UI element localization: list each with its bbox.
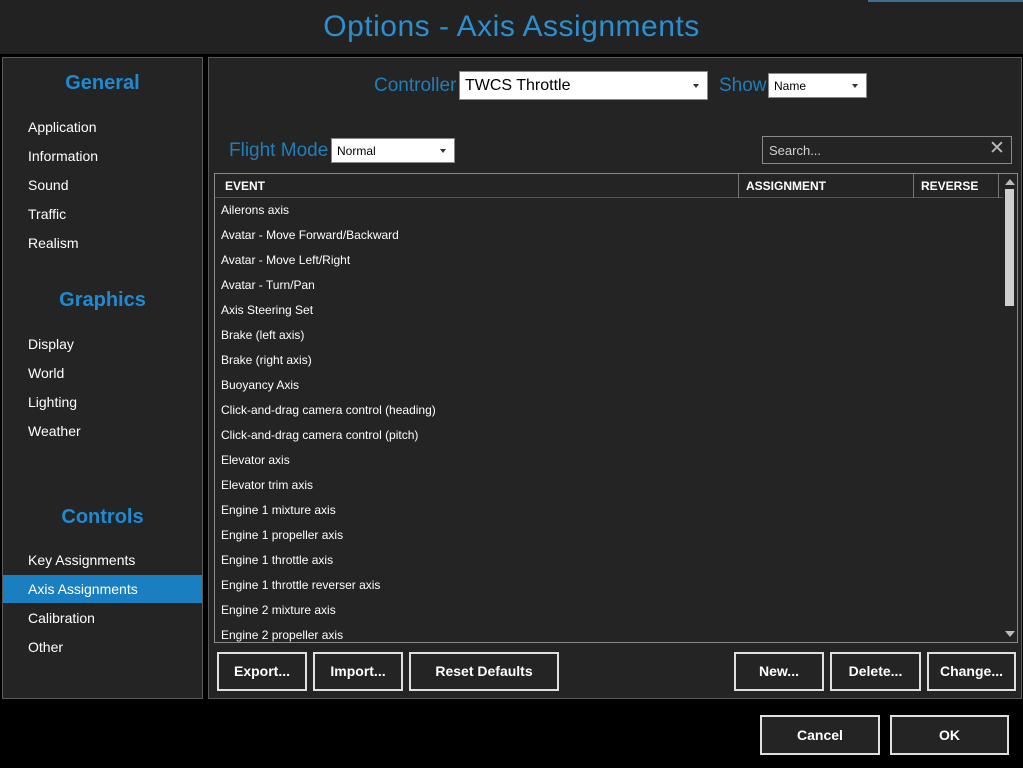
sidebar-item-key-assignments[interactable]: Key Assignments (3, 546, 202, 574)
table-row[interactable]: Engine 1 propeller axis (215, 523, 1003, 548)
table-row[interactable]: Ailerons axis (215, 198, 1003, 223)
table-row[interactable]: Engine 1 mixture axis (215, 498, 1003, 523)
table-row[interactable]: Elevator axis (215, 448, 1003, 473)
table-row[interactable]: Buoyancy Axis (215, 373, 1003, 398)
table-row[interactable]: Click-and-drag camera control (heading) (215, 398, 1003, 423)
reset-defaults-button[interactable]: Reset Defaults (409, 652, 559, 691)
table-row[interactable]: Engine 2 propeller axis (215, 623, 1003, 642)
title-accent-line (868, 0, 1023, 2)
search-box: ✕ (762, 136, 1012, 164)
scroll-up-arrow-icon[interactable] (1005, 179, 1015, 185)
show-label: Show (719, 75, 767, 96)
chevron-down-icon (693, 83, 699, 88)
sidebar-item-world[interactable]: World (3, 359, 202, 387)
title-bar: Options - Axis Assignments (0, 0, 1023, 54)
table-row[interactable]: Brake (left axis) (215, 323, 1003, 348)
table-row[interactable]: Click-and-drag camera control (pitch) (215, 423, 1003, 448)
controller-select[interactable]: TWCS Throttle (459, 71, 708, 100)
table-row[interactable]: Axis Steering Set (215, 298, 1003, 323)
column-header-assignment[interactable]: ASSIGNMENT (739, 174, 913, 198)
table-body: Ailerons axis Avatar - Move Forward/Back… (215, 198, 1003, 642)
table-row[interactable]: Avatar - Turn/Pan (215, 273, 1003, 298)
sidebar-section-controls: Controls (61, 506, 144, 528)
show-value: Name (774, 78, 807, 93)
scrollbar-thumb[interactable] (1005, 189, 1014, 306)
events-table: EVENT ASSIGNMENT REVERSE Ailerons axis A… (214, 173, 1018, 643)
close-icon[interactable]: ✕ (988, 139, 1006, 159)
sidebar-item-lighting[interactable]: Lighting (3, 388, 202, 416)
table-row[interactable]: Brake (right axis) (215, 348, 1003, 373)
sidebar-item-realism[interactable]: Realism (3, 229, 202, 257)
table-row[interactable]: Elevator trim axis (215, 473, 1003, 498)
table-row[interactable]: Engine 1 throttle axis (215, 548, 1003, 573)
sidebar-item-display[interactable]: Display (3, 330, 202, 358)
table-row[interactable]: Engine 1 throttle reverser axis (215, 573, 1003, 598)
search-input[interactable] (769, 141, 984, 159)
scroll-down-arrow-icon[interactable] (1005, 631, 1015, 637)
sidebar-section-general: General (65, 72, 140, 94)
sidebar-item-weather[interactable]: Weather (3, 417, 202, 445)
column-header-reverse[interactable]: REVERSE (914, 174, 998, 198)
change-button[interactable]: Change... (927, 652, 1016, 691)
table-row[interactable]: Engine 2 mixture axis (215, 598, 1003, 623)
table-row[interactable]: Avatar - Move Forward/Backward (215, 223, 1003, 248)
table-row[interactable]: Avatar - Move Left/Right (215, 248, 1003, 273)
table-header: EVENT ASSIGNMENT REVERSE (215, 174, 1003, 198)
sidebar-item-calibration[interactable]: Calibration (3, 604, 202, 632)
delete-button[interactable]: Delete... (830, 652, 921, 691)
controller-value: TWCS Throttle (465, 76, 571, 94)
chevron-down-icon (440, 148, 446, 153)
flight-mode-value: Normal (337, 143, 376, 158)
import-button[interactable]: Import... (313, 652, 403, 691)
flight-mode-select[interactable]: Normal (331, 138, 455, 163)
sidebar-item-application[interactable]: Application (3, 113, 202, 141)
chevron-down-icon (852, 83, 858, 88)
sidebar-item-information[interactable]: Information (3, 142, 202, 170)
show-select[interactable]: Name (768, 73, 867, 98)
sidebar-item-sound[interactable]: Sound (3, 171, 202, 199)
vertical-scrollbar[interactable] (1003, 174, 1017, 642)
window-title: Options - Axis Assignments (323, 10, 700, 43)
new-button[interactable]: New... (734, 652, 824, 691)
ok-button[interactable]: OK (890, 715, 1009, 755)
sidebar: General Application Information Sound Tr… (2, 57, 203, 699)
sidebar-item-axis-assignments[interactable]: Axis Assignments (3, 575, 202, 603)
column-divider[interactable] (998, 174, 999, 198)
sidebar-item-traffic[interactable]: Traffic (3, 200, 202, 228)
column-header-event[interactable]: EVENT (218, 174, 738, 198)
sidebar-section-graphics: Graphics (59, 289, 146, 311)
flight-mode-label: Flight Mode (229, 140, 329, 161)
cancel-button[interactable]: Cancel (760, 715, 880, 755)
export-button[interactable]: Export... (217, 652, 307, 691)
sidebar-item-other[interactable]: Other (3, 633, 202, 661)
axis-assignments-panel: Controller TWCS Throttle Show Name Fligh… (208, 57, 1022, 699)
controller-label: Controller (374, 75, 457, 96)
